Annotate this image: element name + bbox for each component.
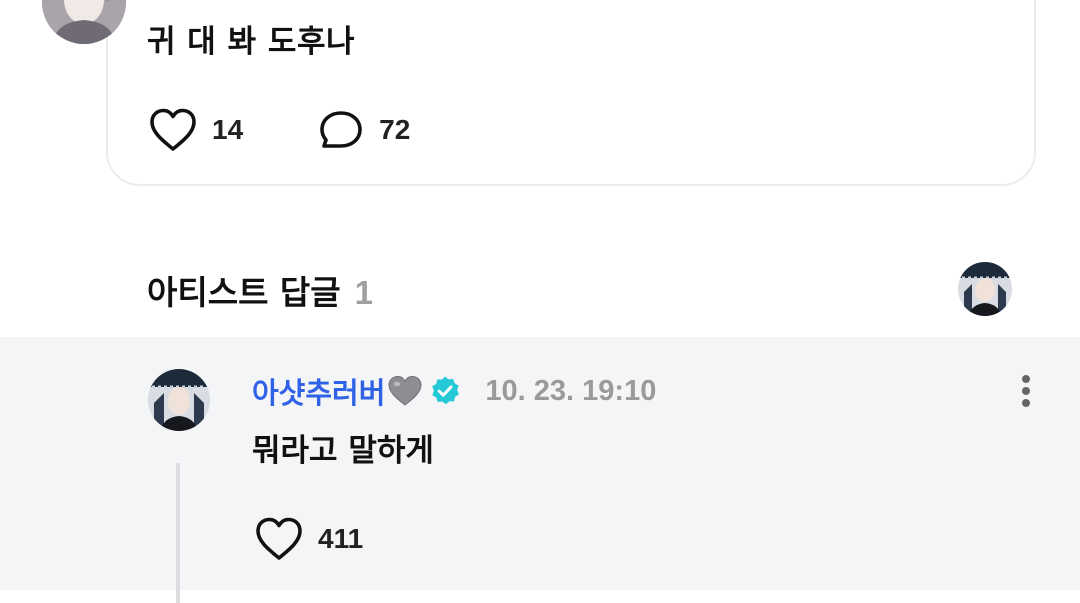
post-like-count: 14 <box>212 114 244 145</box>
post-actions: 14 72 <box>148 106 410 154</box>
artist-replies-header: 아티스트 답글 1 <box>147 266 373 314</box>
post-text: 귀 대 봐 도후나 <box>147 24 355 60</box>
speech-bubble-icon <box>319 109 365 151</box>
artist-avatar[interactable] <box>958 262 1012 316</box>
heart-outline-icon <box>148 107 198 153</box>
post-like-button[interactable]: 14 <box>148 107 243 153</box>
reply-meta: 아샷추러버 10. 23. 19:10 <box>252 371 656 411</box>
post-comment-count: 72 <box>379 114 411 145</box>
more-vertical-icon[interactable] <box>1012 371 1040 411</box>
thread-line <box>176 463 180 603</box>
reply-author-avatar[interactable] <box>148 369 210 431</box>
artist-replies-count: 1 <box>354 274 374 311</box>
reply-text: 뭐라고 말하게 <box>252 433 434 469</box>
verified-badge-icon <box>429 375 461 407</box>
reply-timestamp: 10. 23. 19:10 <box>485 374 657 407</box>
reply-author-name[interactable]: 아샷추러버 <box>252 370 385 412</box>
reply-like-count: 411 <box>318 523 364 554</box>
reply-actions: 411 <box>254 515 363 563</box>
reply-like-button[interactable]: 411 <box>254 516 363 562</box>
artist-reply: 아샷추러버 10. 23. 19:10 뭐라고 말하게 411 <box>0 337 1080 603</box>
grey-heart-emoji-icon <box>387 375 423 407</box>
artist-replies-title: 아티스트 답글 <box>147 273 341 312</box>
heart-outline-icon <box>254 516 304 562</box>
post-comment-button[interactable]: 72 <box>319 109 410 151</box>
